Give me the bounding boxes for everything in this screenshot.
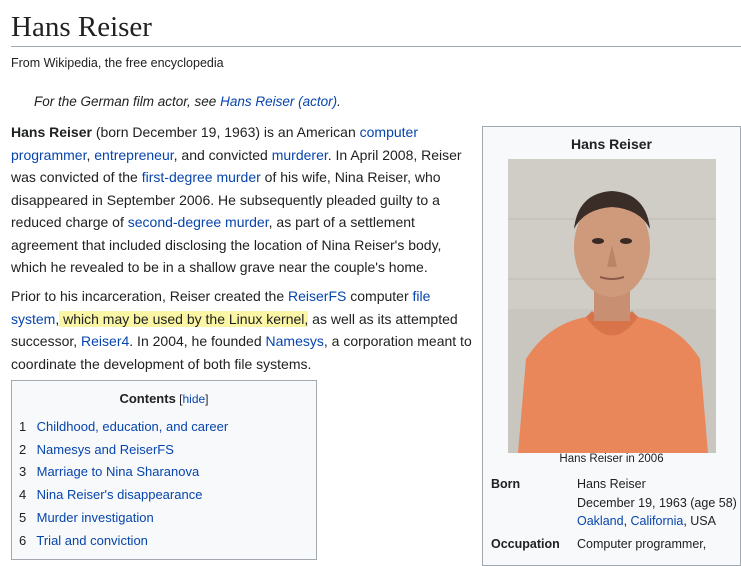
toc-title: Contents [119, 391, 176, 406]
lead-paragraph-1: Hans Reiser (born December 19, 1963) is … [11, 121, 473, 279]
text: , [623, 514, 631, 528]
text: , USA [683, 514, 716, 528]
link-oakland[interactable]: Oakland [577, 514, 624, 528]
occupation-label: Occupation [491, 537, 560, 551]
occupation-value: Computer programmer, [577, 537, 707, 551]
infobox-caption: Hans Reiser in 2006 [559, 453, 664, 465]
text: Prior to his incarceration, Reiser creat… [11, 288, 289, 304]
toc-header: Contents [hide] [12, 391, 316, 406]
toc-number: 3 [19, 464, 27, 480]
toc-hide-close: ] [205, 392, 209, 406]
highlighted-text: which may be used by the Linux kernel, [59, 310, 309, 327]
hatnote-suffix: . [337, 94, 341, 109]
toc-item: 5 Murder investigation [19, 507, 316, 530]
born-date: December 19, 1963 (age 58) [577, 495, 737, 510]
infobox: Hans Reiser Hans Reiser in 2006 Born Han… [482, 126, 741, 566]
hatnote-link[interactable]: Hans Reiser (actor) [220, 94, 337, 109]
born-label: Born [491, 477, 521, 491]
toc-item: 1 Childhood, education, and career [19, 416, 316, 439]
toc-number: 4 [19, 487, 27, 503]
toc-item: 3 Marriage to Nina Sharanova [19, 461, 316, 484]
hatnote-prefix: For the German film actor, see [34, 94, 221, 109]
hatnote: For the German film actor, see Hans Reis… [34, 94, 341, 109]
link-entrepreneur[interactable]: entrepreneur [94, 147, 173, 163]
toc-number: 1 [19, 419, 27, 434]
toc-link[interactable]: Namesys and ReiserFS [37, 442, 174, 457]
tagline: From Wikipedia, the free encyclopedia [11, 56, 224, 70]
link-reiser4[interactable]: Reiser4 [81, 333, 129, 349]
toc-item: 6 Trial and conviction [19, 530, 316, 553]
page-title: Hans Reiser [11, 8, 741, 47]
link-second-degree-murder[interactable]: second-degree murder [128, 214, 269, 230]
text: computer [346, 288, 413, 304]
toc-link[interactable]: Murder investigation [37, 510, 154, 525]
toc-list: 1 Childhood, education, and career 2 Nam… [12, 416, 316, 552]
text: , and convicted [173, 146, 272, 163]
toc-number: 5 [19, 509, 27, 525]
toc-link[interactable]: Childhood, education, and career [37, 419, 229, 434]
toc-link[interactable]: Nina Reiser's disappearance [37, 487, 203, 502]
toc-item: 4 Nina Reiser's disappearance [19, 484, 316, 507]
text: (born December 19, 1963) is an American [91, 124, 360, 140]
link-murderer[interactable]: murderer [272, 147, 328, 163]
infobox-title: Hans Reiser [571, 136, 652, 152]
toc-item: 2 Namesys and ReiserFS [19, 439, 316, 462]
link-california[interactable]: California [631, 514, 684, 528]
lead-paragraph-2: Prior to his incarceration, Reiser creat… [11, 285, 473, 375]
born-value: Hans Reiser December 19, 1963 (age 58) O… [577, 475, 741, 531]
toc-number: 6 [19, 532, 27, 548]
born-place: Oakland, California, USA [577, 512, 741, 531]
toc-link[interactable]: Marriage to Nina Sharanova [37, 464, 200, 479]
toc-link[interactable]: Trial and conviction [36, 533, 148, 548]
toc-hide-link[interactable]: hide [182, 392, 205, 406]
text: . In 2004, he founded [129, 333, 266, 349]
infobox-photo[interactable] [508, 159, 716, 453]
born-name: Hans Reiser [577, 477, 646, 491]
portrait-illustration [508, 159, 716, 453]
link-first-degree-murder[interactable]: first-degree murder [142, 169, 261, 185]
table-of-contents: Contents [hide] 1 Childhood, education, … [11, 380, 317, 560]
link-reiserfs[interactable]: ReiserFS [288, 288, 346, 304]
toc-number: 2 [19, 441, 27, 457]
subject-name: Hans Reiser [11, 124, 92, 140]
link-namesys[interactable]: Namesys [266, 333, 324, 349]
